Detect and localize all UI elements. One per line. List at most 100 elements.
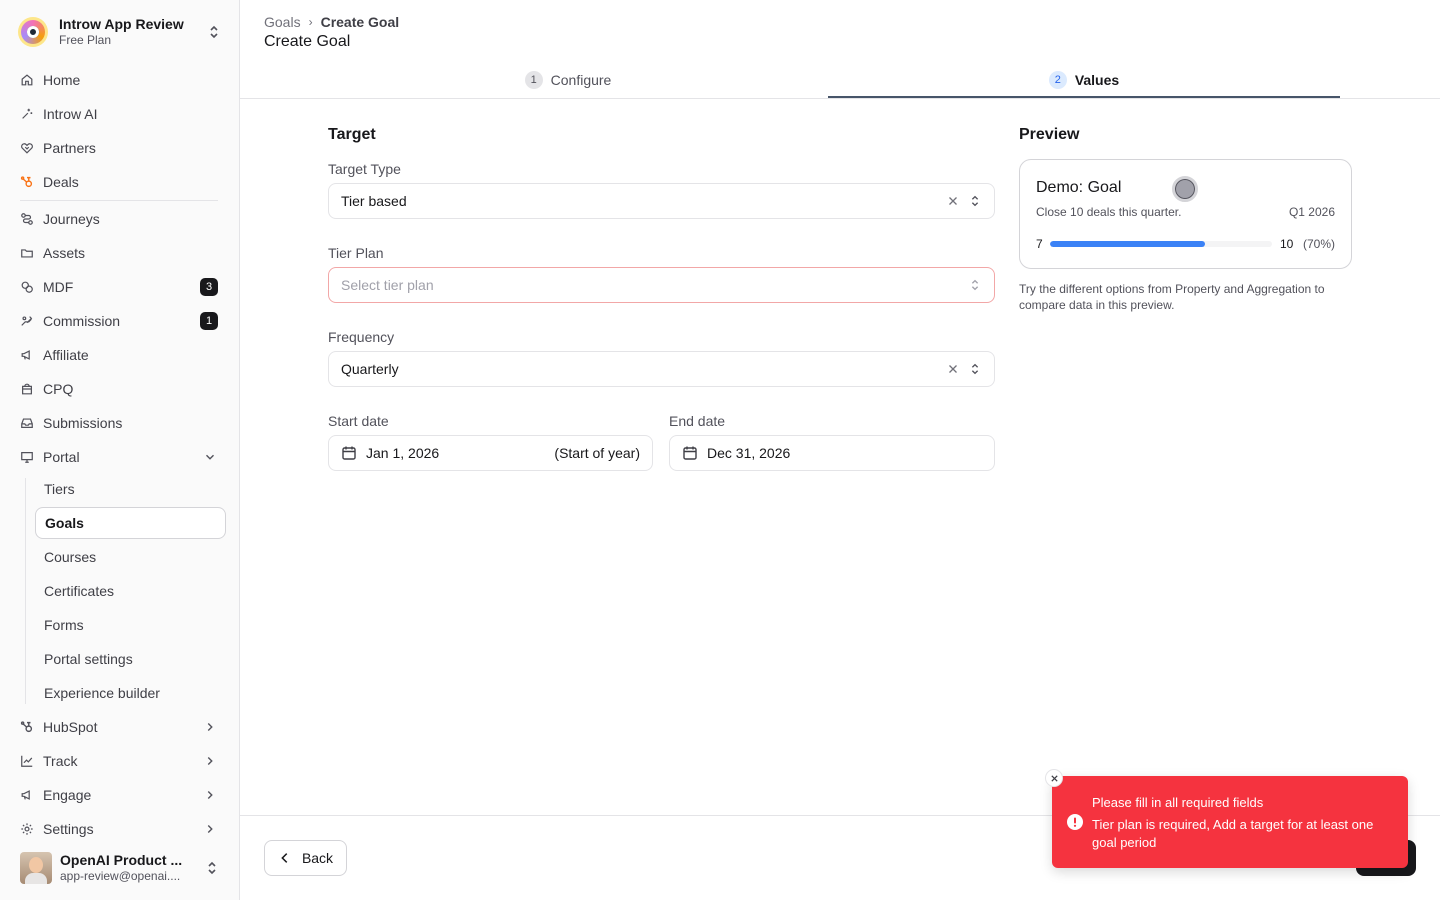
sidebar-item-label: Track [43,753,78,769]
clear-icon[interactable] [946,362,960,376]
preview-goal-period: Q1 2026 [1288,205,1335,219]
active-tab-indicator [828,96,1340,98]
chevron-right-icon[interactable] [203,822,217,836]
breadcrumb-goals-link[interactable]: Goals [264,14,301,30]
workspace-logo [18,17,48,47]
home-icon [21,74,33,86]
chevron-up-down-icon [971,363,979,375]
sidebar-item-engage[interactable]: Engage [10,780,226,810]
sidebar-item-label: Commission [43,313,121,329]
start-date-label: Start date [328,413,389,429]
sidebar-item-track[interactable]: Track [10,746,226,776]
tier-plan-select[interactable]: Select tier plan [328,267,995,303]
commission-count-badge: 1 [200,312,218,330]
status-indicator [1172,176,1198,202]
user-email: app-review@openai.... [60,869,181,884]
hubspot-icon [20,176,33,188]
preview-hint: Try the different options from Property … [1019,282,1325,312]
sidebar-subitem-experience-builder[interactable]: Experience builder [35,677,226,709]
chevron-left-icon [281,853,288,863]
target-type-select[interactable]: Tier based [328,183,995,219]
mdf-count-badge: 3 [200,278,218,296]
sidebar-subitem-portal-settings[interactable]: Portal settings [35,643,226,675]
sidebar-item-partners[interactable]: Partners [10,133,226,163]
sidebar-item-cpq[interactable]: CPQ [10,374,226,404]
toast-close-button[interactable] [1045,769,1063,787]
error-toast: Please fill in all required fields Tier … [1045,769,1408,868]
frequency-select[interactable]: Quarterly [328,351,995,387]
step-tabs: 1 Configure 2 Values [240,60,1440,99]
preview-goal-title: Demo: Goal [1036,179,1122,196]
frequency-value: Quarterly [341,361,399,377]
monitor-icon [21,452,33,463]
sidebar-item-settings[interactable]: Settings [10,814,226,844]
goal-progress-fill [1050,241,1206,247]
sidebar-subitem-courses[interactable]: Courses [35,541,226,573]
chevron-right-icon[interactable] [203,720,217,734]
sidebar-item-journeys[interactable]: Journeys [10,204,226,234]
sidebar-subitem-tiers[interactable]: Tiers [35,473,226,505]
tier-plan-label: Tier Plan [328,245,384,261]
toast-description: Tier plan is required, Add a target for … [1092,817,1374,850]
sidebar-subitem-certificates[interactable]: Certificates [35,575,226,607]
sidebar-item-label: Partners [43,140,96,156]
sidebar-subitem-forms[interactable]: Forms [35,609,226,641]
frequency-label: Frequency [328,329,395,345]
sidebar-item-commission[interactable]: Commission 1 [10,306,226,336]
user-name: OpenAI Product ... [60,852,183,869]
chevron-right-icon[interactable] [203,754,217,768]
sparkles-icon [22,108,33,119]
sidebar-item-label: Portal [43,449,80,465]
sidebar-item-submissions[interactable]: Submissions [10,408,226,438]
preview-percent: (70%) [1302,237,1335,251]
chevron-up-down-icon [208,861,216,875]
workspace-plan: Free Plan [59,33,112,48]
sidebar-item-home[interactable]: Home [10,65,226,95]
sidebar: Introw App Review Free Plan Home Introw … [0,0,240,900]
clear-icon[interactable] [946,194,960,208]
back-button[interactable]: Back [264,840,347,876]
page-title: Create Goal [264,33,351,50]
tab-configure[interactable]: 1 Configure [240,60,896,99]
sidebar-item-portal[interactable]: Portal [10,442,226,472]
sidebar-item-label: CPQ [43,381,74,397]
back-button-label: Back [301,850,334,866]
sidebar-item-hubspot[interactable]: HubSpot [10,712,226,742]
sidebar-item-introw-ai[interactable]: Introw AI [10,99,226,129]
calendar-icon [342,446,356,460]
chevron-down-icon[interactable] [203,450,217,464]
hubspot-icon [20,721,33,733]
goal-preview-card: Demo: Goal Close 10 deals this quarter. … [1019,159,1352,269]
workspace-switcher[interactable]: Introw App Review Free Plan [10,10,230,54]
megaphone-icon [21,790,30,800]
megaphone-icon [21,350,30,360]
end-date-input[interactable]: Dec 31, 2026 [669,435,995,471]
end-date-value: Dec 31, 2026 [707,445,791,461]
sidebar-item-label: Submissions [43,415,123,431]
sidebar-item-assets[interactable]: Assets [10,238,226,268]
chevron-right-icon[interactable] [203,788,217,802]
sidebar-subitem-goals[interactable]: Goals [35,507,226,539]
start-date-input[interactable]: Jan 1, 2026 (Start of year) [328,435,653,471]
alert-circle-icon [1067,814,1083,830]
tab-values[interactable]: 2 Values [828,60,1340,99]
target-type-label: Target Type [328,161,401,177]
tier-plan-placeholder: Select tier plan [341,277,434,293]
goal-progress-bar [1050,241,1272,247]
tab-label: Values [1074,71,1120,88]
sidebar-item-label: Introw AI [43,106,98,122]
nav-divider [20,200,218,201]
chevron-right-icon: › [308,15,313,29]
sidebar-item-label: HubSpot [43,719,98,735]
sidebar-item-mdf[interactable]: MDF 3 [10,272,226,302]
chevron-up-down-icon [971,279,979,291]
workflow-icon [21,213,33,225]
gear-icon [21,823,33,835]
breadcrumb: Goals › Create Goal [264,14,399,30]
step-number: 1 [524,70,543,89]
user-menu[interactable]: OpenAI Product ... app-review@openai.... [10,846,230,890]
tab-label: Configure [550,71,612,88]
sidebar-item-deals[interactable]: Deals [10,167,226,197]
sidebar-item-label: Affiliate [43,347,89,363]
sidebar-item-affiliate[interactable]: Affiliate [10,340,226,370]
